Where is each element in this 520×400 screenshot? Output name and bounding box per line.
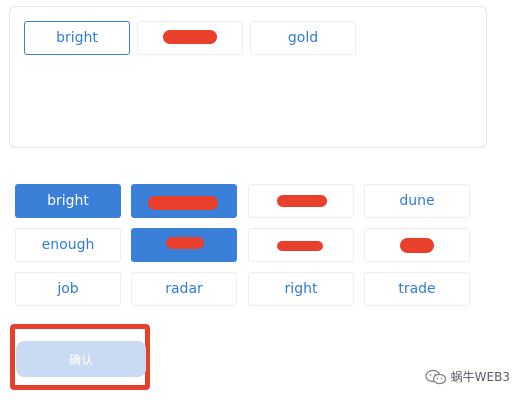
wechat-icon [425, 369, 447, 385]
word-option-label: enough [41, 237, 95, 253]
watermark: 蜗牛WEB3 [425, 368, 510, 385]
word-option-label: bright [47, 193, 89, 209]
word-option[interactable]: right [248, 272, 354, 306]
selected-word-label: gold [287, 30, 319, 46]
redaction-mark [163, 30, 217, 44]
redaction-mark [277, 241, 323, 251]
selected-word-2[interactable] [137, 21, 243, 55]
word-option[interactable]: bright [15, 184, 121, 218]
redaction-mark [400, 238, 434, 253]
word-option[interactable] [364, 228, 470, 262]
word-option[interactable] [131, 228, 237, 262]
watermark-text: 蜗牛WEB3 [450, 370, 510, 384]
selected-words-area: bright gold [9, 6, 487, 148]
word-option-label: right [284, 281, 318, 297]
confirm-button-label: 确认 [68, 352, 93, 367]
word-option[interactable] [131, 184, 237, 218]
redaction-mark [277, 195, 327, 207]
word-option[interactable]: enough [15, 228, 121, 262]
word-option[interactable]: dune [364, 184, 470, 218]
word-option[interactable]: radar [131, 272, 237, 306]
mnemonic-verify-screen: bright gold bright dune enough job radar… [0, 0, 520, 400]
selected-word-1[interactable]: bright [24, 21, 130, 55]
word-option-label: dune [399, 193, 435, 209]
word-option-label: job [57, 281, 79, 297]
word-option[interactable]: trade [364, 272, 470, 306]
word-option-label: radar [165, 281, 203, 297]
selected-word-3[interactable]: gold [250, 21, 356, 55]
redaction-mark [148, 196, 218, 210]
word-option-label: trade [398, 281, 436, 297]
confirm-button[interactable]: 确认 [16, 341, 146, 377]
word-option[interactable]: job [15, 272, 121, 306]
word-option[interactable] [248, 228, 354, 262]
redaction-mark [166, 237, 204, 249]
selected-word-label: bright [56, 30, 98, 46]
word-option[interactable] [248, 184, 354, 218]
